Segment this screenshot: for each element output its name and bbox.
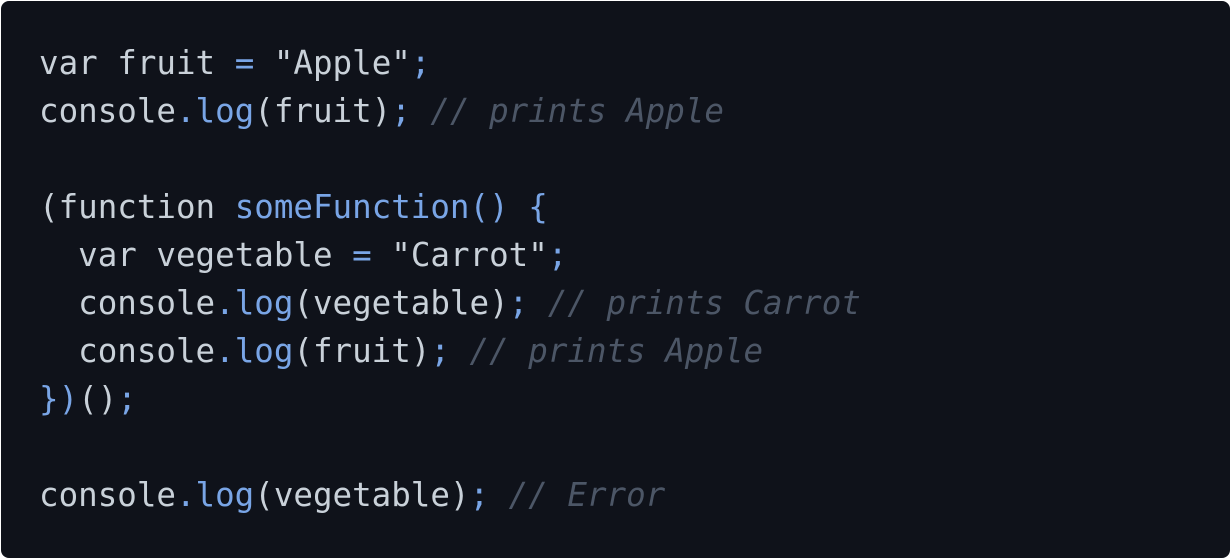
identifier-token: console [78,284,216,322]
keyword-token: var [39,44,98,82]
dot-token: . [215,284,235,322]
operator-token: ; [469,476,490,514]
identifier-token [372,236,392,274]
punctuation-token: ( [39,188,59,226]
identifier-token [215,44,235,82]
identifier-token: vegetable [273,476,450,514]
string-token: "Carrot" [391,236,548,274]
code-line: })(); [39,375,861,423]
identifier-token [39,284,78,322]
identifier-token [333,236,353,274]
identifier-token: vegetable [156,236,333,274]
string-token: "Apple" [273,44,411,82]
keyword-token: function [58,188,216,226]
operator-token: = [352,236,372,274]
punctuation-token: ( [254,476,274,514]
dot-token: . [175,92,196,130]
function-token: someFunction [234,188,470,226]
identifier-token [137,236,157,274]
code-content: var fruit = "Apple"; console.log(fruit); … [39,39,861,519]
code-block: var fruit = "Apple"; console.log(fruit); … [1,1,1230,558]
identifier-token [509,188,529,226]
code-line: console.log(fruit); // prints Apple [39,327,861,375]
function-token: log [195,92,255,130]
identifier-token: fruit [273,92,372,130]
operator-token: = [234,44,255,82]
identifier-token: console [78,332,216,370]
keyword-token: var [78,236,137,274]
punctuation-token: () [78,380,118,418]
punctuation-token: ) [449,476,470,514]
identifier-token: console [39,476,176,514]
comment-token: // Error [508,476,666,514]
punctuation-token: ( [293,332,313,370]
code-line: var fruit = "Apple"; [39,39,861,87]
identifier-token [528,284,548,322]
identifier-token [215,188,235,226]
operator-token: ; [391,92,411,130]
punctuation-token: ) [410,332,431,370]
operator-token: ; [547,236,568,274]
function-token: log [234,332,294,370]
dot-token: . [175,476,196,514]
code-line: var vegetable = "Carrot"; [39,231,861,279]
identifier-token: fruit [117,44,216,82]
code-line: console.log(fruit); // prints Apple [39,87,861,135]
identifier-token [411,92,431,130]
identifier-token [39,236,78,274]
comment-token: // prints Carrot [547,284,861,322]
function-token: () [469,188,509,226]
operator-token: ; [410,44,431,82]
identifier-token [39,332,78,370]
function-token: log [234,284,294,322]
comment-token: // prints Apple [469,332,764,370]
operator-token: ; [117,380,137,418]
code-line: console.log(vegetable); // prints Carrot [39,279,861,327]
identifier-token [254,44,274,82]
operator-token: }) [39,380,79,418]
code-line: (function someFunction() { [39,183,861,231]
operator-token: { [528,188,548,226]
identifier-token [450,332,470,370]
function-token: log [195,476,255,514]
identifier-token [489,476,509,514]
comment-token: // prints Apple [430,92,724,130]
code-line: console.log(vegetable); // Error [39,471,861,519]
punctuation-token: ) [489,284,509,322]
punctuation-token: ) [371,92,392,130]
identifier-token [98,44,118,82]
punctuation-token: ( [254,92,274,130]
identifier-token: vegetable [312,284,490,322]
operator-token: ; [430,332,450,370]
operator-token: ; [508,284,529,322]
identifier-token: fruit [312,332,411,370]
dot-token: . [215,332,235,370]
identifier-token: console [39,92,176,130]
punctuation-token: ( [293,284,313,322]
